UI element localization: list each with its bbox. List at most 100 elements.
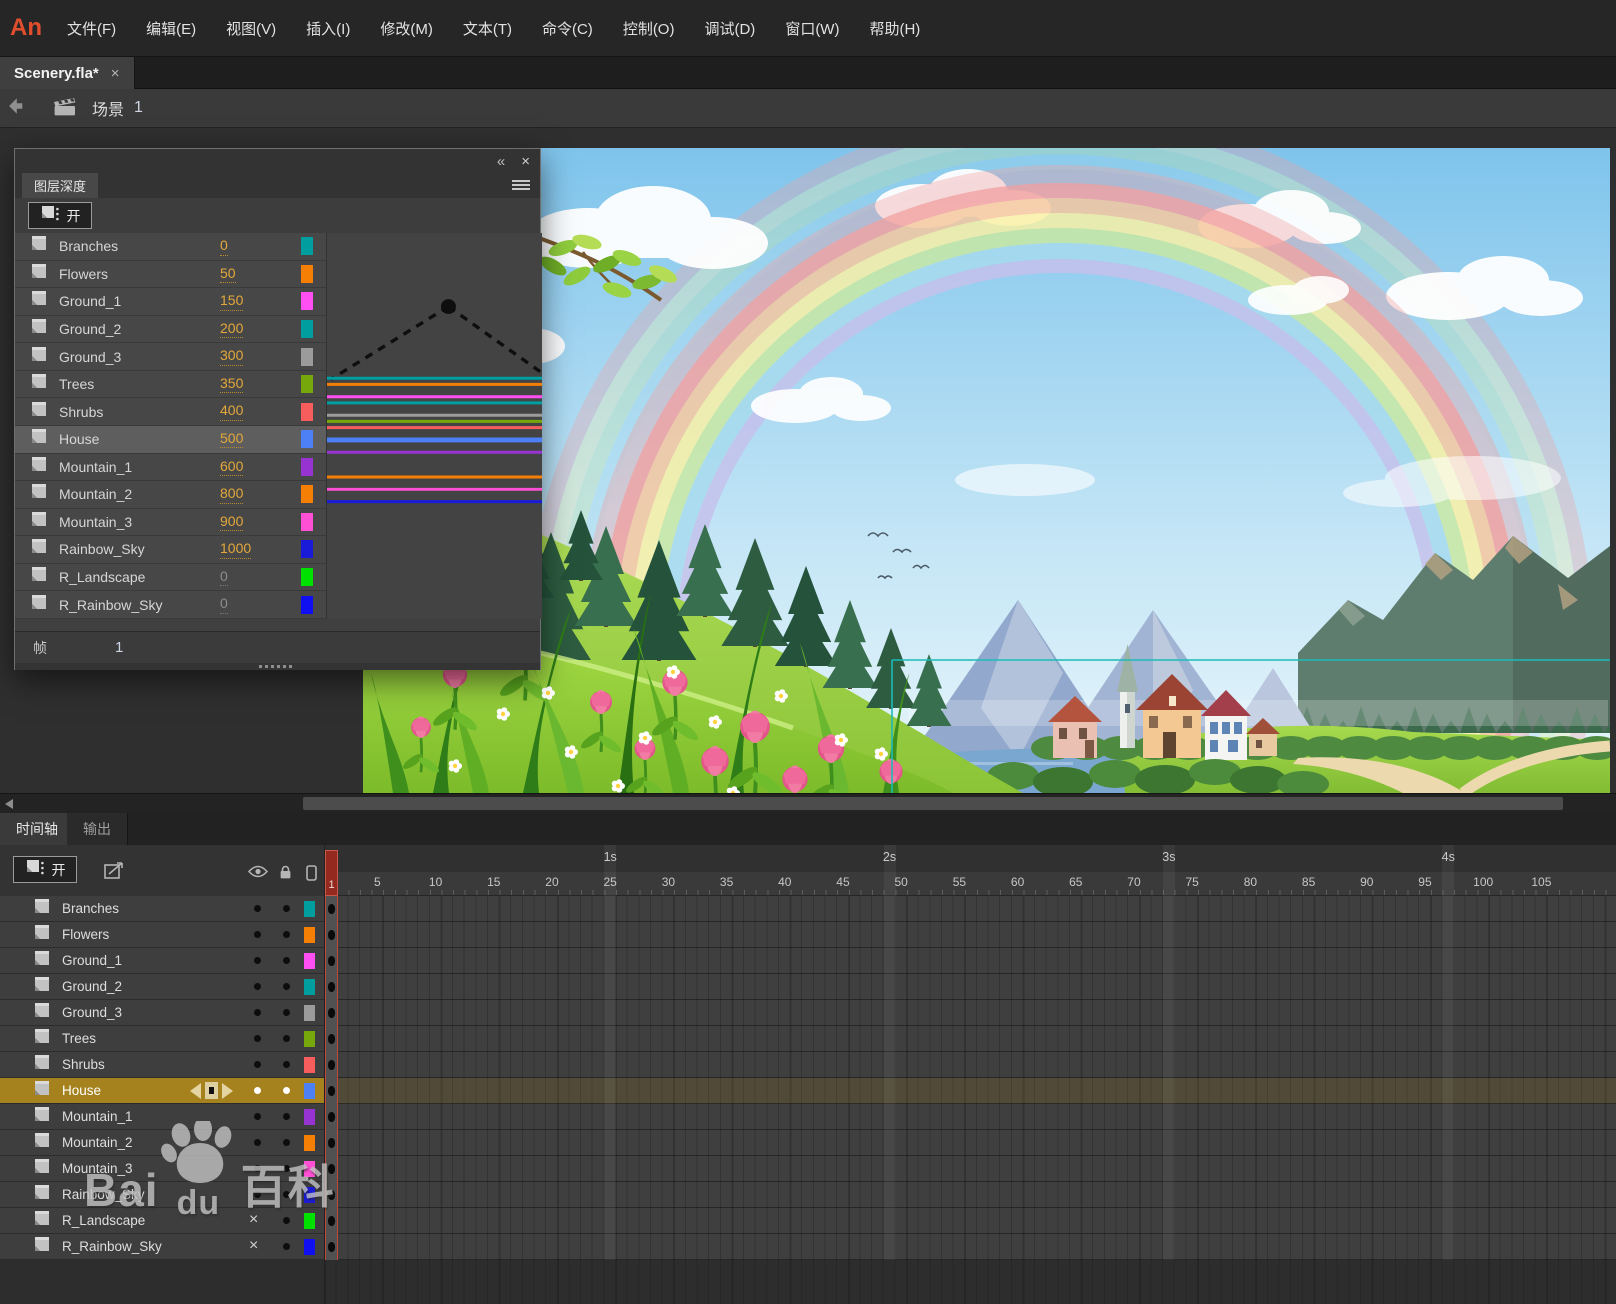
layer-color-swatch[interactable] (301, 513, 313, 531)
layer-lock-dot[interactable] (283, 1061, 290, 1068)
depth-layer-row[interactable]: Mountain_3900 (15, 509, 326, 537)
keyframe-dot[interactable] (328, 1216, 335, 1226)
layer-depth-value[interactable]: 300 (220, 347, 243, 366)
menu-item[interactable]: 文本(T) (448, 10, 527, 47)
layer-lock-dot[interactable] (283, 1113, 290, 1120)
frames-grid-row[interactable] (325, 1026, 1616, 1052)
layer-color-swatch[interactable] (301, 485, 313, 503)
adjust-depth-curve-icon[interactable] (103, 860, 127, 885)
scene-breadcrumb-label[interactable]: 场景 (92, 96, 124, 120)
layer-visibility-dot[interactable] (254, 1035, 261, 1042)
layer-depth-value[interactable]: 50 (220, 265, 236, 284)
layer-color-swatch[interactable] (304, 1187, 315, 1203)
layer-color-swatch[interactable] (304, 1161, 315, 1177)
layer-lock-dot[interactable] (283, 957, 290, 964)
layer-lock-dot[interactable] (283, 931, 290, 938)
layer-lock-dot[interactable] (283, 1009, 290, 1016)
layer-color-swatch[interactable] (301, 540, 313, 558)
layer-depth-value[interactable]: 1000 (220, 540, 251, 559)
panel-menu-icon[interactable] (512, 179, 530, 197)
next-keyframe-icon[interactable] (222, 1083, 233, 1099)
keyframe-dot[interactable] (328, 930, 335, 940)
keyframe-dot[interactable] (328, 1112, 335, 1122)
depth-layer-row[interactable]: Ground_1150 (15, 288, 326, 316)
layer-color-swatch[interactable] (301, 403, 313, 421)
timeline-layer-row[interactable]: Ground_3 (0, 1000, 324, 1026)
layer-visibility-dot[interactable] (254, 1191, 261, 1198)
keyframe-dot[interactable] (328, 1060, 335, 1070)
frames-grid-row[interactable] (325, 896, 1616, 922)
panel-title-bar[interactable]: « × (15, 149, 540, 173)
layer-color-swatch[interactable] (301, 292, 313, 310)
depth-layer-row[interactable]: Shrubs400 (15, 398, 326, 426)
frames-grid-row[interactable] (325, 1156, 1616, 1182)
timeline-layer-row[interactable]: Ground_1 (0, 948, 324, 974)
layer-color-swatch[interactable] (304, 953, 315, 969)
depth-layer-row[interactable]: Ground_2200 (15, 316, 326, 344)
layer-hidden-x-icon[interactable]: × (249, 1237, 258, 1255)
keyframe-dot[interactable] (328, 1164, 335, 1174)
tab-close-icon[interactable]: × (111, 65, 120, 82)
layer-depth-value[interactable]: 0 (220, 568, 228, 587)
layer-color-swatch[interactable] (301, 320, 313, 338)
frames-grid-row[interactable] (325, 974, 1616, 1000)
timeline-layer-row[interactable]: House (0, 1078, 324, 1104)
frames-grid-row[interactable] (325, 1182, 1616, 1208)
layer-color-swatch[interactable] (304, 1135, 315, 1151)
current-frame-marker[interactable] (205, 1082, 218, 1099)
scroll-left-arrow-icon[interactable] (0, 794, 18, 814)
timeline-layer-row[interactable]: Mountain_2 (0, 1130, 324, 1156)
layer-color-swatch[interactable] (301, 568, 313, 586)
layer-lock-dot[interactable] (283, 1165, 290, 1172)
keyframe-dot[interactable] (328, 1008, 335, 1018)
timeline-frames-area[interactable]: 1s2s3s4s 5101520253035404550556065707580… (325, 845, 1616, 1304)
depth-graph[interactable] (326, 233, 542, 619)
frames-grid-row[interactable] (325, 1078, 1616, 1104)
layer-depth-value[interactable]: 900 (220, 513, 243, 532)
layer-visibility-dot[interactable] (254, 983, 261, 990)
close-panel-icon[interactable]: × (521, 154, 530, 169)
layer-lock-dot[interactable] (283, 1191, 290, 1198)
menu-item[interactable]: 控制(O) (608, 10, 690, 47)
keyframe-dot[interactable] (328, 1190, 335, 1200)
frame-value[interactable]: 1 (115, 639, 123, 656)
layer-depth-value[interactable]: 800 (220, 485, 243, 504)
tab-timeline[interactable]: 时间轴 (0, 813, 75, 845)
lock-column-icon[interactable] (278, 865, 293, 885)
layer-depth-toggle-button[interactable]: 开 (28, 202, 92, 229)
frames-grid[interactable] (325, 896, 1616, 1260)
layer-visibility-dot[interactable] (254, 957, 261, 964)
layer-color-swatch[interactable] (304, 1213, 315, 1229)
layer-color-swatch[interactable] (304, 1057, 315, 1073)
menu-item[interactable]: 文件(F) (52, 10, 131, 47)
depth-layer-row[interactable]: Rainbow_Sky1000 (15, 536, 326, 564)
layer-visibility-dot[interactable] (254, 1113, 261, 1120)
show-hide-column-eye-icon[interactable] (248, 865, 268, 883)
layer-lock-dot[interactable] (283, 905, 290, 912)
layer-hidden-x-icon[interactable]: × (249, 1211, 258, 1229)
layer-color-swatch[interactable] (301, 596, 313, 614)
menu-item[interactable]: 窗口(W) (770, 10, 854, 47)
layer-visibility-dot[interactable] (254, 1009, 261, 1016)
layer-lock-dot[interactable] (283, 1139, 290, 1146)
layer-color-swatch[interactable] (304, 1031, 315, 1047)
layer-depth-tab[interactable]: 图层深度 (22, 173, 98, 198)
layer-lock-dot[interactable] (283, 1087, 290, 1094)
frames-grid-row[interactable] (325, 922, 1616, 948)
tab-output[interactable]: 输出 (67, 813, 128, 845)
keyframe-dot[interactable] (328, 1086, 335, 1096)
depth-layer-row[interactable]: Trees350 (15, 371, 326, 399)
frame-number-ruler[interactable]: 5101520253035404550556065707580859095100… (325, 872, 1616, 896)
timeline-layer-row[interactable]: Rainbow_Sky (0, 1182, 324, 1208)
layer-depth-toggle-button[interactable]: 开 (13, 856, 77, 883)
frames-grid-row[interactable] (325, 948, 1616, 974)
layer-depth-value[interactable]: 350 (220, 375, 243, 394)
layer-depth-value[interactable]: 600 (220, 458, 243, 477)
app-logo[interactable]: An (0, 14, 52, 42)
menu-item[interactable]: 帮助(H) (854, 10, 935, 47)
layer-color-swatch[interactable] (304, 979, 315, 995)
depth-layer-row[interactable]: Flowers50 (15, 261, 326, 289)
layer-visibility-dot[interactable] (254, 1165, 261, 1172)
frames-grid-row[interactable] (325, 1234, 1616, 1260)
layer-color-swatch[interactable] (304, 1005, 315, 1021)
